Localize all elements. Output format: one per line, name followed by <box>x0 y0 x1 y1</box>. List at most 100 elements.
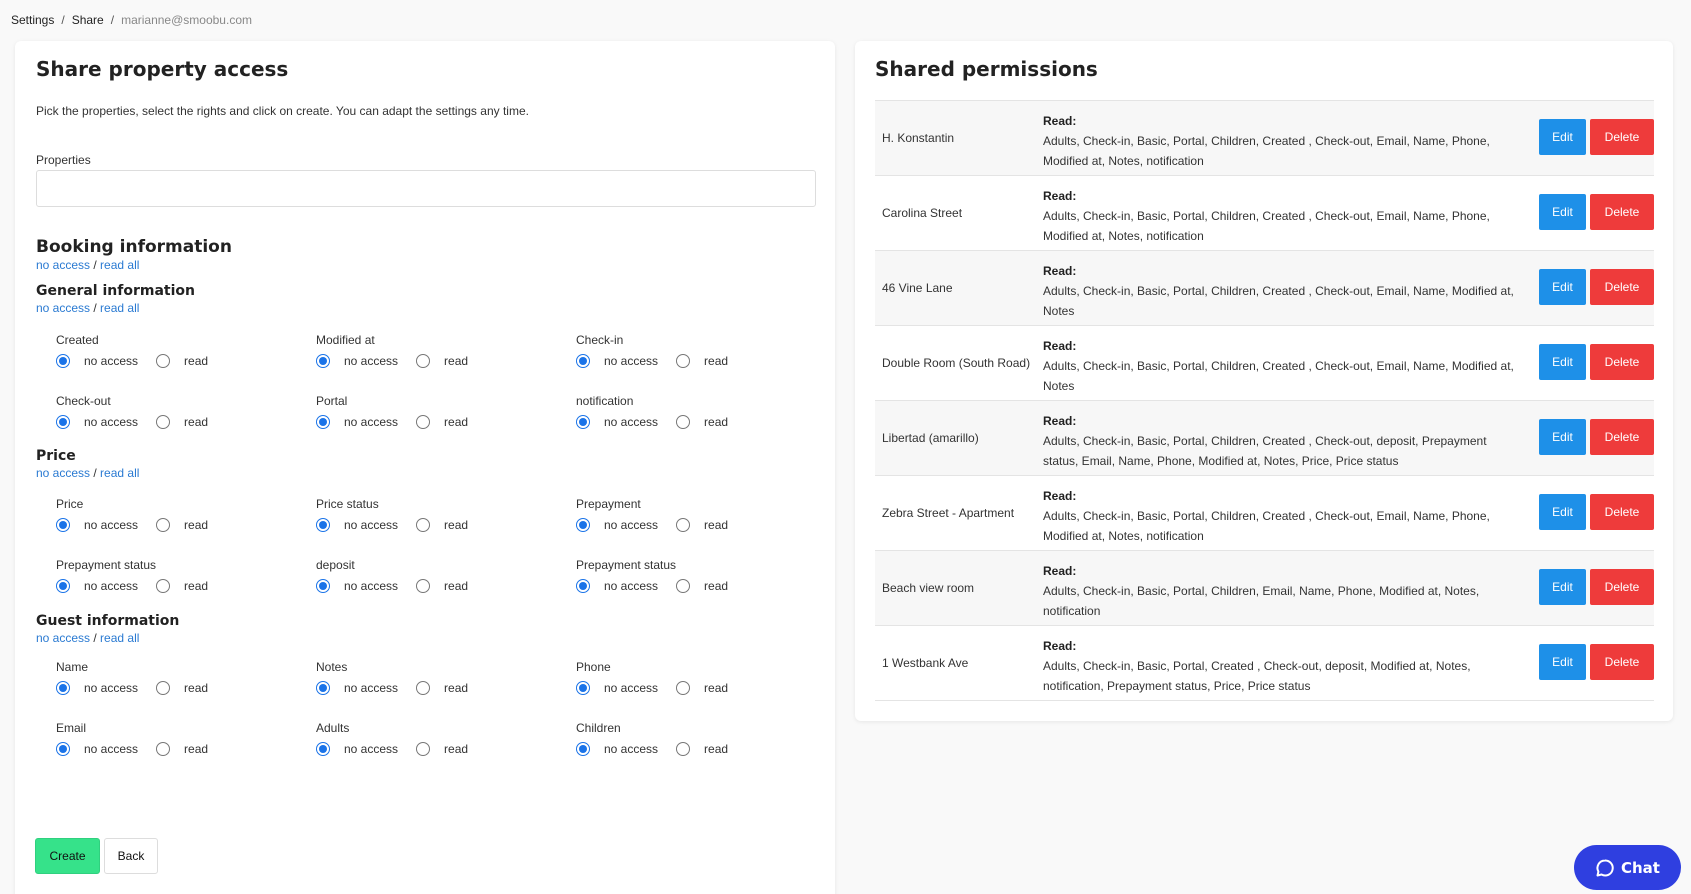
read-radio[interactable] <box>676 518 691 532</box>
permission-item: Adults no access read <box>316 721 546 756</box>
rights-list: Adults, Check-in, Basic, Portal, Childre… <box>1043 359 1514 393</box>
edit-button[interactable]: Edit <box>1539 344 1586 380</box>
read-radio[interactable] <box>676 681 691 695</box>
general-read-all-link[interactable]: read all <box>100 301 139 315</box>
table-row: 46 Vine Lane Read: Adults, Check-in, Basic… <box>875 251 1654 326</box>
read-radio[interactable] <box>416 742 431 756</box>
permission-label: Check-out <box>56 394 111 408</box>
price-read-all-link[interactable]: read all <box>100 466 139 480</box>
read-label: read <box>444 415 469 429</box>
edit-button[interactable]: Edit <box>1539 269 1586 305</box>
price-title: Price <box>36 448 76 464</box>
edit-button[interactable]: Edit <box>1539 569 1586 605</box>
no-access-label: no access <box>604 742 659 756</box>
no-access-radio[interactable] <box>56 354 70 368</box>
delete-button[interactable]: Delete <box>1590 494 1654 530</box>
read-radio[interactable] <box>156 518 171 532</box>
no-access-radio[interactable] <box>576 354 590 368</box>
permission-radio-group: no access read <box>576 354 806 368</box>
no-access-radio[interactable] <box>576 742 590 756</box>
read-radio[interactable] <box>156 742 171 756</box>
no-access-radio[interactable] <box>56 742 70 756</box>
breadcrumb-share[interactable]: Share <box>72 13 104 27</box>
read-label: read <box>184 681 209 695</box>
price-no-access-link[interactable]: no access <box>36 466 90 480</box>
permission-radio-group: no access read <box>56 518 286 532</box>
read-radio[interactable] <box>676 742 691 756</box>
no-access-radio[interactable] <box>316 415 330 429</box>
read-radio[interactable] <box>416 415 431 429</box>
read-heading: Read: <box>1043 489 1077 503</box>
read-label: read <box>704 742 729 756</box>
delete-button[interactable]: Delete <box>1590 569 1654 605</box>
permissions-table: H. Konstantin Read: Adults, Check-in, Basi… <box>875 100 1654 701</box>
no-access-radio[interactable] <box>316 354 330 368</box>
booking-read-all-link[interactable]: read all <box>100 258 139 272</box>
permission-label: Adults <box>316 721 350 735</box>
delete-button[interactable]: Delete <box>1590 119 1654 155</box>
chat-label: Chat <box>1621 858 1660 877</box>
edit-button[interactable]: Edit <box>1539 119 1586 155</box>
chat-button[interactable]: Chat <box>1574 845 1681 890</box>
permission-label: Price <box>56 497 84 511</box>
general-no-access-link[interactable]: no access <box>36 301 90 315</box>
guest-no-access-link[interactable]: no access <box>36 631 90 645</box>
edit-button[interactable]: Edit <box>1539 194 1586 230</box>
property-name: Libertad (amarillo) <box>882 431 979 445</box>
no-access-radio[interactable] <box>316 681 330 695</box>
breadcrumb-settings[interactable]: Settings <box>11 13 54 27</box>
read-radio[interactable] <box>156 415 171 429</box>
delete-button[interactable]: Delete <box>1590 269 1654 305</box>
read-radio[interactable] <box>416 579 431 593</box>
edit-button[interactable]: Edit <box>1539 419 1586 455</box>
read-radio[interactable] <box>416 354 431 368</box>
back-button[interactable]: Back <box>104 838 158 874</box>
page-title: Share property access <box>36 57 289 81</box>
edit-button[interactable]: Edit <box>1539 644 1586 680</box>
delete-button[interactable]: Delete <box>1590 419 1654 455</box>
permission-label: Prepayment <box>576 497 641 511</box>
permission-label: deposit <box>316 558 355 572</box>
properties-select[interactable] <box>36 170 816 207</box>
read-radio[interactable] <box>416 518 431 532</box>
no-access-radio[interactable] <box>316 742 330 756</box>
no-access-radio[interactable] <box>316 518 330 532</box>
read-radio[interactable] <box>676 579 691 593</box>
read-heading: Read: <box>1043 414 1077 428</box>
rights-cell: Read: Adults, Check-in, Basic, Portal, Ch… <box>1043 261 1525 321</box>
property-name: 46 Vine Lane <box>882 281 953 295</box>
no-access-radio[interactable] <box>576 415 590 429</box>
no-access-radio[interactable] <box>316 579 330 593</box>
read-label: read <box>184 579 209 593</box>
create-button[interactable]: Create <box>35 838 100 874</box>
shared-permissions-card: Shared permissions H. Konstantin Read: Adu… <box>855 41 1673 721</box>
read-radio[interactable] <box>156 354 171 368</box>
read-radio[interactable] <box>676 415 691 429</box>
table-row: Libertad (amarillo) Read: Adults, Check-in… <box>875 401 1654 476</box>
rights-cell: Read: Adults, Check-in, Basic, Portal, Ch… <box>1043 486 1525 546</box>
no-access-label: no access <box>84 518 139 532</box>
chat-bubble-icon <box>1596 858 1614 876</box>
guest-read-all-link[interactable]: read all <box>100 631 139 645</box>
booking-no-access-link[interactable]: no access <box>36 258 90 272</box>
no-access-radio[interactable] <box>576 579 590 593</box>
no-access-radio[interactable] <box>576 518 590 532</box>
read-radio[interactable] <box>156 681 171 695</box>
read-radio[interactable] <box>156 579 171 593</box>
delete-button[interactable]: Delete <box>1590 194 1654 230</box>
no-access-radio[interactable] <box>576 681 590 695</box>
edit-button[interactable]: Edit <box>1539 494 1586 530</box>
permission-label: notification <box>576 394 634 408</box>
read-radio[interactable] <box>416 681 431 695</box>
read-heading: Read: <box>1043 639 1077 653</box>
read-radio[interactable] <box>676 354 691 368</box>
delete-button[interactable]: Delete <box>1590 344 1654 380</box>
no-access-radio[interactable] <box>56 681 70 695</box>
no-access-label: no access <box>604 354 659 368</box>
delete-button[interactable]: Delete <box>1590 644 1654 680</box>
read-label: read <box>704 518 729 532</box>
no-access-radio[interactable] <box>56 518 70 532</box>
rights-list: Adults, Check-in, Basic, Portal, Childre… <box>1043 584 1480 618</box>
no-access-radio[interactable] <box>56 415 70 429</box>
no-access-radio[interactable] <box>56 579 70 593</box>
